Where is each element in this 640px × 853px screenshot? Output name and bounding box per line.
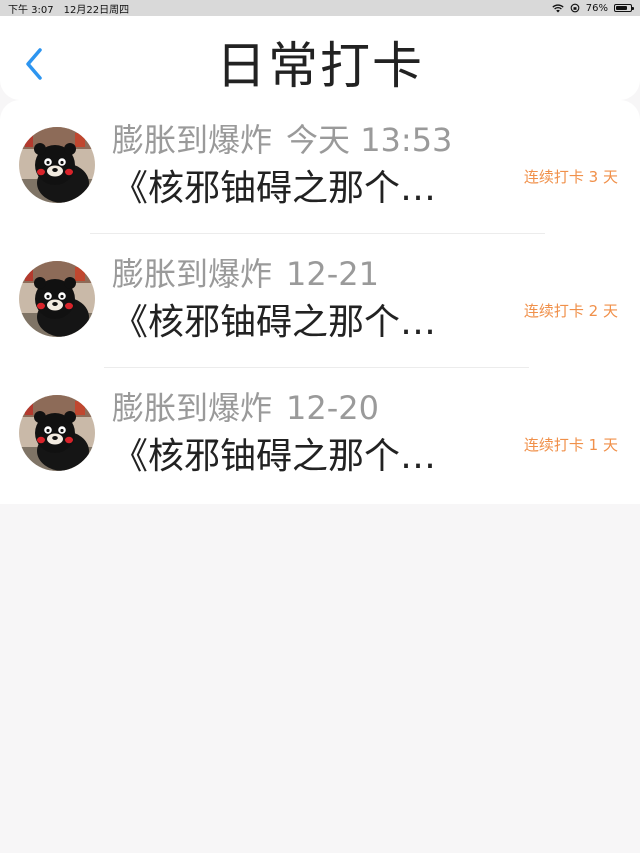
list-item[interactable]: 膨胀到爆炸 12-20 《核邪铀碍之那个… 连续打卡 1 天 xyxy=(0,368,640,502)
status-left: 下午 3:07 12月22日周四 xyxy=(8,1,129,16)
username: 膨胀到爆炸 xyxy=(112,121,273,159)
post-content: 《核邪铀碍之那个… xyxy=(112,168,437,209)
post-content: 《核邪铀碍之那个… xyxy=(112,436,437,477)
streak-badge: 连续打卡 3 天 xyxy=(523,168,618,186)
list-item[interactable]: 膨胀到爆炸 12-21 《核邪铀碍之那个… 连续打卡 2 天 xyxy=(0,234,640,368)
status-right: 76% xyxy=(552,2,634,14)
avatar[interactable] xyxy=(19,127,95,203)
username-line: 膨胀到爆炸 12-20 xyxy=(112,388,379,428)
timestamp: 12-21 xyxy=(286,255,379,293)
username: 膨胀到爆炸 xyxy=(112,389,273,427)
page-title: 日常打卡 xyxy=(216,37,424,95)
timestamp: 12-20 xyxy=(286,389,379,427)
orientation-lock-icon xyxy=(570,3,580,13)
streak-badge: 连续打卡 1 天 xyxy=(523,436,618,454)
username-line: 膨胀到爆炸 12-21 xyxy=(112,254,379,294)
list-item[interactable]: 膨胀到爆炸 今天 13:53 《核邪铀碍之那个… 连续打卡 3 天 xyxy=(0,100,640,234)
post-content: 《核邪铀碍之那个… xyxy=(112,302,437,343)
wifi-icon xyxy=(552,3,564,12)
status-date: 12月22日周四 xyxy=(63,4,130,16)
battery-percent: 76% xyxy=(585,2,608,14)
kumamon-avatar-image xyxy=(19,395,95,471)
status-time: 下午 3:07 xyxy=(8,4,54,16)
battery-icon xyxy=(614,4,634,12)
navigation-bar: 日常打卡 xyxy=(0,16,640,100)
kumamon-avatar-image xyxy=(19,127,95,203)
timestamp: 今天 13:53 xyxy=(286,121,453,159)
username-line: 膨胀到爆炸 今天 13:53 xyxy=(112,120,452,160)
username: 膨胀到爆炸 xyxy=(112,255,273,293)
streak-badge: 连续打卡 2 天 xyxy=(523,302,618,320)
battery-fill xyxy=(616,6,627,10)
kumamon-avatar-image xyxy=(19,261,95,337)
avatar[interactable] xyxy=(19,395,95,471)
status-bar: 下午 3:07 12月22日周四 76% xyxy=(0,0,640,16)
checkin-list: 膨胀到爆炸 今天 13:53 《核邪铀碍之那个… 连续打卡 3 天 膨胀到爆炸 … xyxy=(0,100,640,504)
avatar[interactable] xyxy=(19,261,95,337)
